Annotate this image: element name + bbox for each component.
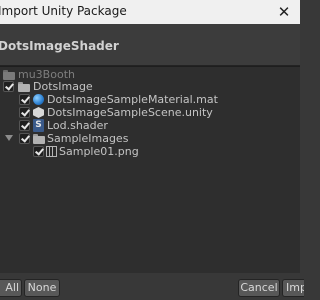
all-button[interactable]: All — [0, 279, 22, 297]
scene-checkbox[interactable] — [19, 107, 30, 118]
none-button[interactable]: None — [24, 279, 60, 297]
tree-row-material: DotsImageSampleMaterial.mat — [0, 93, 300, 106]
package-name: DotsImageShader — [0, 39, 119, 53]
shader-icon: S — [33, 119, 44, 132]
dialog-footer: All None Cancel Import — [0, 273, 304, 300]
tree-label-shader: Lod.shader — [47, 119, 108, 132]
tree-row-dots-folder: DotsImage — [0, 80, 300, 93]
import-button[interactable]: Import — [282, 279, 304, 297]
texture-icon — [46, 146, 57, 157]
tree-label-samples-folder: SampleImages — [47, 132, 129, 145]
tree-label-scene: DotsImageSampleScene.unity — [47, 106, 213, 119]
package-header: DotsImageShader — [0, 24, 300, 66]
tree-label-dots-folder: DotsImage — [33, 80, 93, 93]
cancel-button[interactable]: Cancel — [238, 279, 280, 297]
material-icon — [33, 94, 44, 105]
folder-icon — [18, 82, 30, 92]
material-checkbox[interactable] — [19, 94, 30, 105]
import-button-label: Import — [286, 281, 304, 294]
folder-icon — [33, 134, 45, 144]
tree-row-sample-png: Sample01.png — [0, 145, 300, 158]
samples-folder-checkbox[interactable] — [19, 133, 30, 144]
dots-folder-checkbox[interactable] — [3, 81, 14, 92]
tree-row-samples-folder: SampleImages — [0, 132, 300, 145]
sample-png-checkbox[interactable] — [33, 146, 44, 157]
cancel-button-label: Cancel — [240, 281, 278, 294]
all-button-label: All — [5, 281, 19, 294]
window-title: Import Unity Package — [0, 4, 127, 18]
expand-arrow-icon[interactable] — [5, 135, 13, 141]
shader-checkbox[interactable] — [19, 120, 30, 131]
unity-scene-icon — [33, 107, 44, 118]
tree-row-scene: DotsImageSampleScene.unity — [0, 106, 300, 119]
folder-icon — [3, 70, 15, 80]
tree-label-sample-png: Sample01.png — [59, 145, 139, 158]
tree-label-material: DotsImageSampleMaterial.mat — [47, 93, 218, 106]
none-button-label: None — [27, 281, 57, 294]
window-title-bar: Import Unity Package ✕ — [0, 0, 300, 25]
tree-row-shader: S Lod.shader — [0, 119, 300, 132]
asset-tree: mu3Booth DotsImage DotsImageSampleMateri… — [0, 66, 300, 274]
close-icon[interactable]: ✕ — [267, 0, 301, 24]
